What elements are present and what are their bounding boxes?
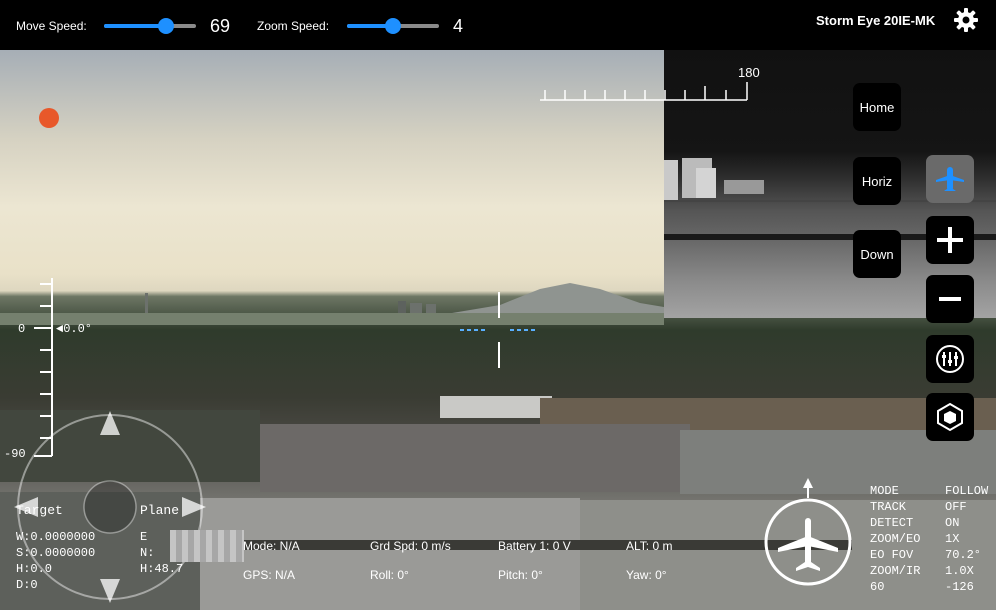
device-name: Storm Eye 20IE-MK xyxy=(816,13,936,28)
move-speed-slider[interactable] xyxy=(104,18,196,34)
horiz-button[interactable]: Horiz xyxy=(853,157,901,205)
status-value: 1X xyxy=(945,532,960,546)
status-label: TRACK xyxy=(870,500,907,514)
heading-scale xyxy=(540,82,748,101)
target-d: D:0 xyxy=(16,578,38,592)
crosshair xyxy=(460,292,538,368)
drone-mode-button[interactable] xyxy=(926,155,974,203)
top-bar: Move Speed: 69 Zoom Speed: 4 Storm Eye 2… xyxy=(0,0,996,50)
telemetry-battery: Battery 1: 0 V xyxy=(498,539,571,553)
move-speed-thumb[interactable] xyxy=(158,18,174,34)
home-button[interactable]: Home xyxy=(853,83,901,131)
status-row: ZOOM/EO 1X xyxy=(870,532,996,548)
telemetry-roll: Roll: 0° xyxy=(370,568,409,582)
status-label: 60 xyxy=(870,580,885,594)
status-value: OFF xyxy=(945,500,967,514)
camera-switch-button[interactable] xyxy=(926,393,974,441)
plane-h: H:48.7 xyxy=(140,562,184,576)
heading-value: 180 xyxy=(738,65,760,80)
status-label: DETECT xyxy=(870,516,914,530)
zoom-speed-slider[interactable] xyxy=(347,18,439,34)
telemetry-alt: ALT: 0 m xyxy=(626,539,673,553)
status-row: EO FOV 70.2° xyxy=(870,548,996,564)
status-value: 1.0X xyxy=(945,564,974,578)
move-speed-fill xyxy=(104,24,166,28)
move-speed-value: 69 xyxy=(210,16,231,36)
status-label: ZOOM/IR xyxy=(870,564,921,578)
gear-icon[interactable] xyxy=(952,6,980,34)
telemetry-pitch: Pitch: 0° xyxy=(498,568,543,582)
move-speed-label: Move Speed: xyxy=(16,19,87,33)
status-row: DETECT ON xyxy=(870,516,996,532)
aircraft-heading-indicator xyxy=(764,478,852,586)
zoom-speed-label: Zoom Speed: xyxy=(257,19,330,33)
plane-title: Plane xyxy=(140,503,180,518)
sliders-icon xyxy=(936,345,964,373)
target-s: S:0.0000000 xyxy=(16,546,96,560)
telemetry-grd-spd: Grd Spd: 0 m/s xyxy=(370,539,451,553)
adjust-button[interactable] xyxy=(926,335,974,383)
record-indicator xyxy=(39,108,59,128)
airplane-icon xyxy=(778,518,838,571)
status-row: MODE FOLLOW xyxy=(870,484,996,500)
status-row: ZOOM/IR 1.0X xyxy=(870,564,996,580)
status-label: MODE xyxy=(870,484,899,498)
pitch-readout: ◄0.0° xyxy=(56,322,93,336)
target-h: H:0.0 xyxy=(16,562,53,576)
status-row: 60 -126 xyxy=(870,580,996,596)
status-value: -126 xyxy=(945,580,974,594)
status-value: ON xyxy=(945,516,960,530)
status-row: TRACK OFF xyxy=(870,500,996,516)
zoom-speed-value: 4 xyxy=(453,16,464,36)
redacted-coordinates xyxy=(170,530,244,562)
down-button[interactable]: Down xyxy=(853,230,901,278)
status-label: EO FOV xyxy=(870,548,914,562)
zoom-out-button[interactable] xyxy=(926,275,974,323)
telemetry-mode: Mode: N/A xyxy=(243,539,300,553)
home-button-label: Home xyxy=(859,99,895,115)
plane-n: N: xyxy=(140,546,155,560)
horiz-button-label: Horiz xyxy=(861,173,893,189)
drone-icon xyxy=(936,167,964,191)
target-w: W:0.0000000 xyxy=(16,530,96,544)
minus-icon xyxy=(939,297,961,301)
pitch-zero-label: 0 xyxy=(18,322,26,336)
target-title: Target xyxy=(16,503,63,518)
status-value: FOLLOW xyxy=(945,484,989,498)
zoom-in-button[interactable] xyxy=(926,216,974,264)
cube-icon xyxy=(937,402,963,432)
telemetry-gps: GPS: N/A xyxy=(243,568,296,582)
status-value: 70.2° xyxy=(945,548,982,562)
zoom-speed-thumb[interactable] xyxy=(385,18,401,34)
down-button-label: Down xyxy=(860,246,894,262)
plus-icon xyxy=(937,227,963,253)
status-label: ZOOM/EO xyxy=(870,532,921,546)
plane-e: E xyxy=(140,530,148,544)
telemetry-yaw: Yaw: 0° xyxy=(626,568,667,582)
